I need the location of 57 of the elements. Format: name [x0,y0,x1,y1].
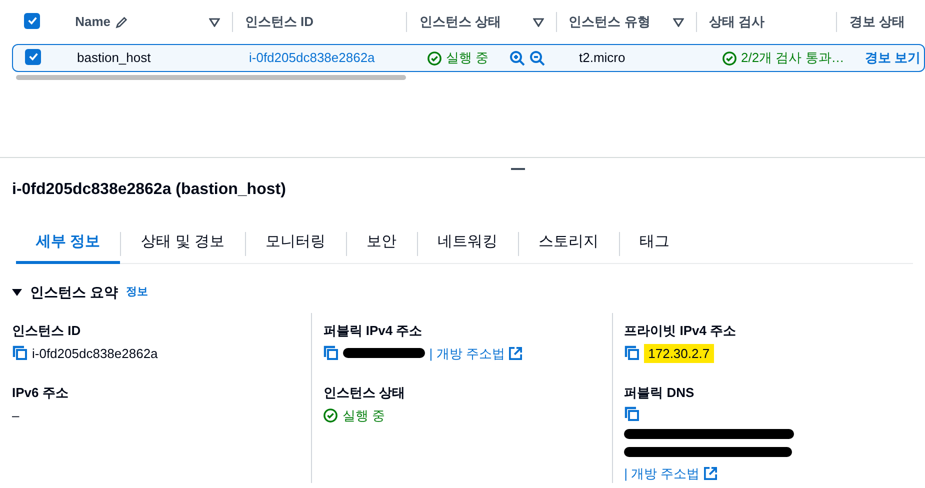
field-value: – [12,406,20,424]
filter-icon[interactable] [532,18,544,26]
check-circle-icon [323,408,338,423]
tab[interactable]: 태그 [620,224,690,264]
pencil-icon [114,16,128,28]
field-label: 인스턴스 상태 [323,384,406,402]
caret-icon [12,288,22,297]
status-text: 실행 중 [342,406,385,424]
zoom-out-icon[interactable] [528,50,545,66]
alarm-link[interactable]: 경보 보기 [865,50,921,66]
tab[interactable]: 상태 및 경보 [121,224,245,264]
tab[interactable]: 세부 정보 [16,224,120,264]
zoom-in-icon[interactable] [508,50,525,66]
tab[interactable]: 모니터링 [246,224,346,264]
table-cell: bastion_host [77,50,151,66]
field-value: i-0fd205dc838e2862a [32,344,158,362]
instance-link[interactable]: i-0fd205dc838e2862a [249,50,375,66]
column-header[interactable]: 상태 검사 [696,12,836,32]
column-header[interactable]: 인스턴스 상태 [406,12,556,32]
copy-icon[interactable] [323,345,340,362]
table-cell: t2.micro [579,50,626,66]
tab[interactable]: 네트워킹 [418,224,518,264]
open-address-link[interactable]: | 개방 주소법 [429,344,505,363]
field-label: 퍼블릭 DNS [624,384,696,402]
filter-icon[interactable] [673,18,684,26]
checkbox[interactable] [24,12,40,29]
checkbox[interactable] [25,48,41,65]
external-link-icon [704,466,717,480]
check-icon [28,51,38,62]
check-circle-icon [427,50,442,66]
status-text: 실행 중 [446,49,489,68]
check-icon [26,15,38,26]
check-circle-icon [722,50,737,66]
resize-handle[interactable] [511,168,525,170]
column-header[interactable]: Name [63,12,232,32]
column-header[interactable]: 인스턴스 ID [232,12,406,32]
column-header[interactable]: 인스턴스 유형 [556,12,696,32]
open-address-link[interactable]: | 개방 주소법 [624,464,700,483]
field-value: 172.30.2.7 [644,344,714,363]
table-row[interactable]: bastion_host i-0fd205dc838e2862a 실행 중 t2.micro 2/2개 검사 통과… 경보 보기 [12,44,925,72]
scrollbar[interactable] [16,75,406,80]
info-link[interactable]: 정보 [126,284,148,301]
tab[interactable]: 스토리지 [518,224,619,264]
field-label: 인스턴스 ID [12,322,82,340]
field-label: IPv6 주소 [12,384,70,402]
tab[interactable]: 보안 [346,224,417,264]
copy-icon[interactable] [624,345,640,362]
field-label: 프라이빗 IPv4 주소 [624,322,738,340]
status-text: 2/2개 검사 통과… [741,49,844,68]
field-label: 퍼블릭 IPv4 주소 [323,322,424,340]
external-link-icon [508,346,522,360]
copy-icon[interactable] [12,345,28,362]
expand-toggle[interactable]: 인스턴스 요약 [12,282,118,303]
detail-title: i-0fd205dc838e2862a (bastion_host) [12,180,287,200]
copy-icon[interactable] [624,406,640,422]
filter-icon[interactable] [208,18,220,26]
column-header[interactable]: 경보 상태 [836,12,925,32]
